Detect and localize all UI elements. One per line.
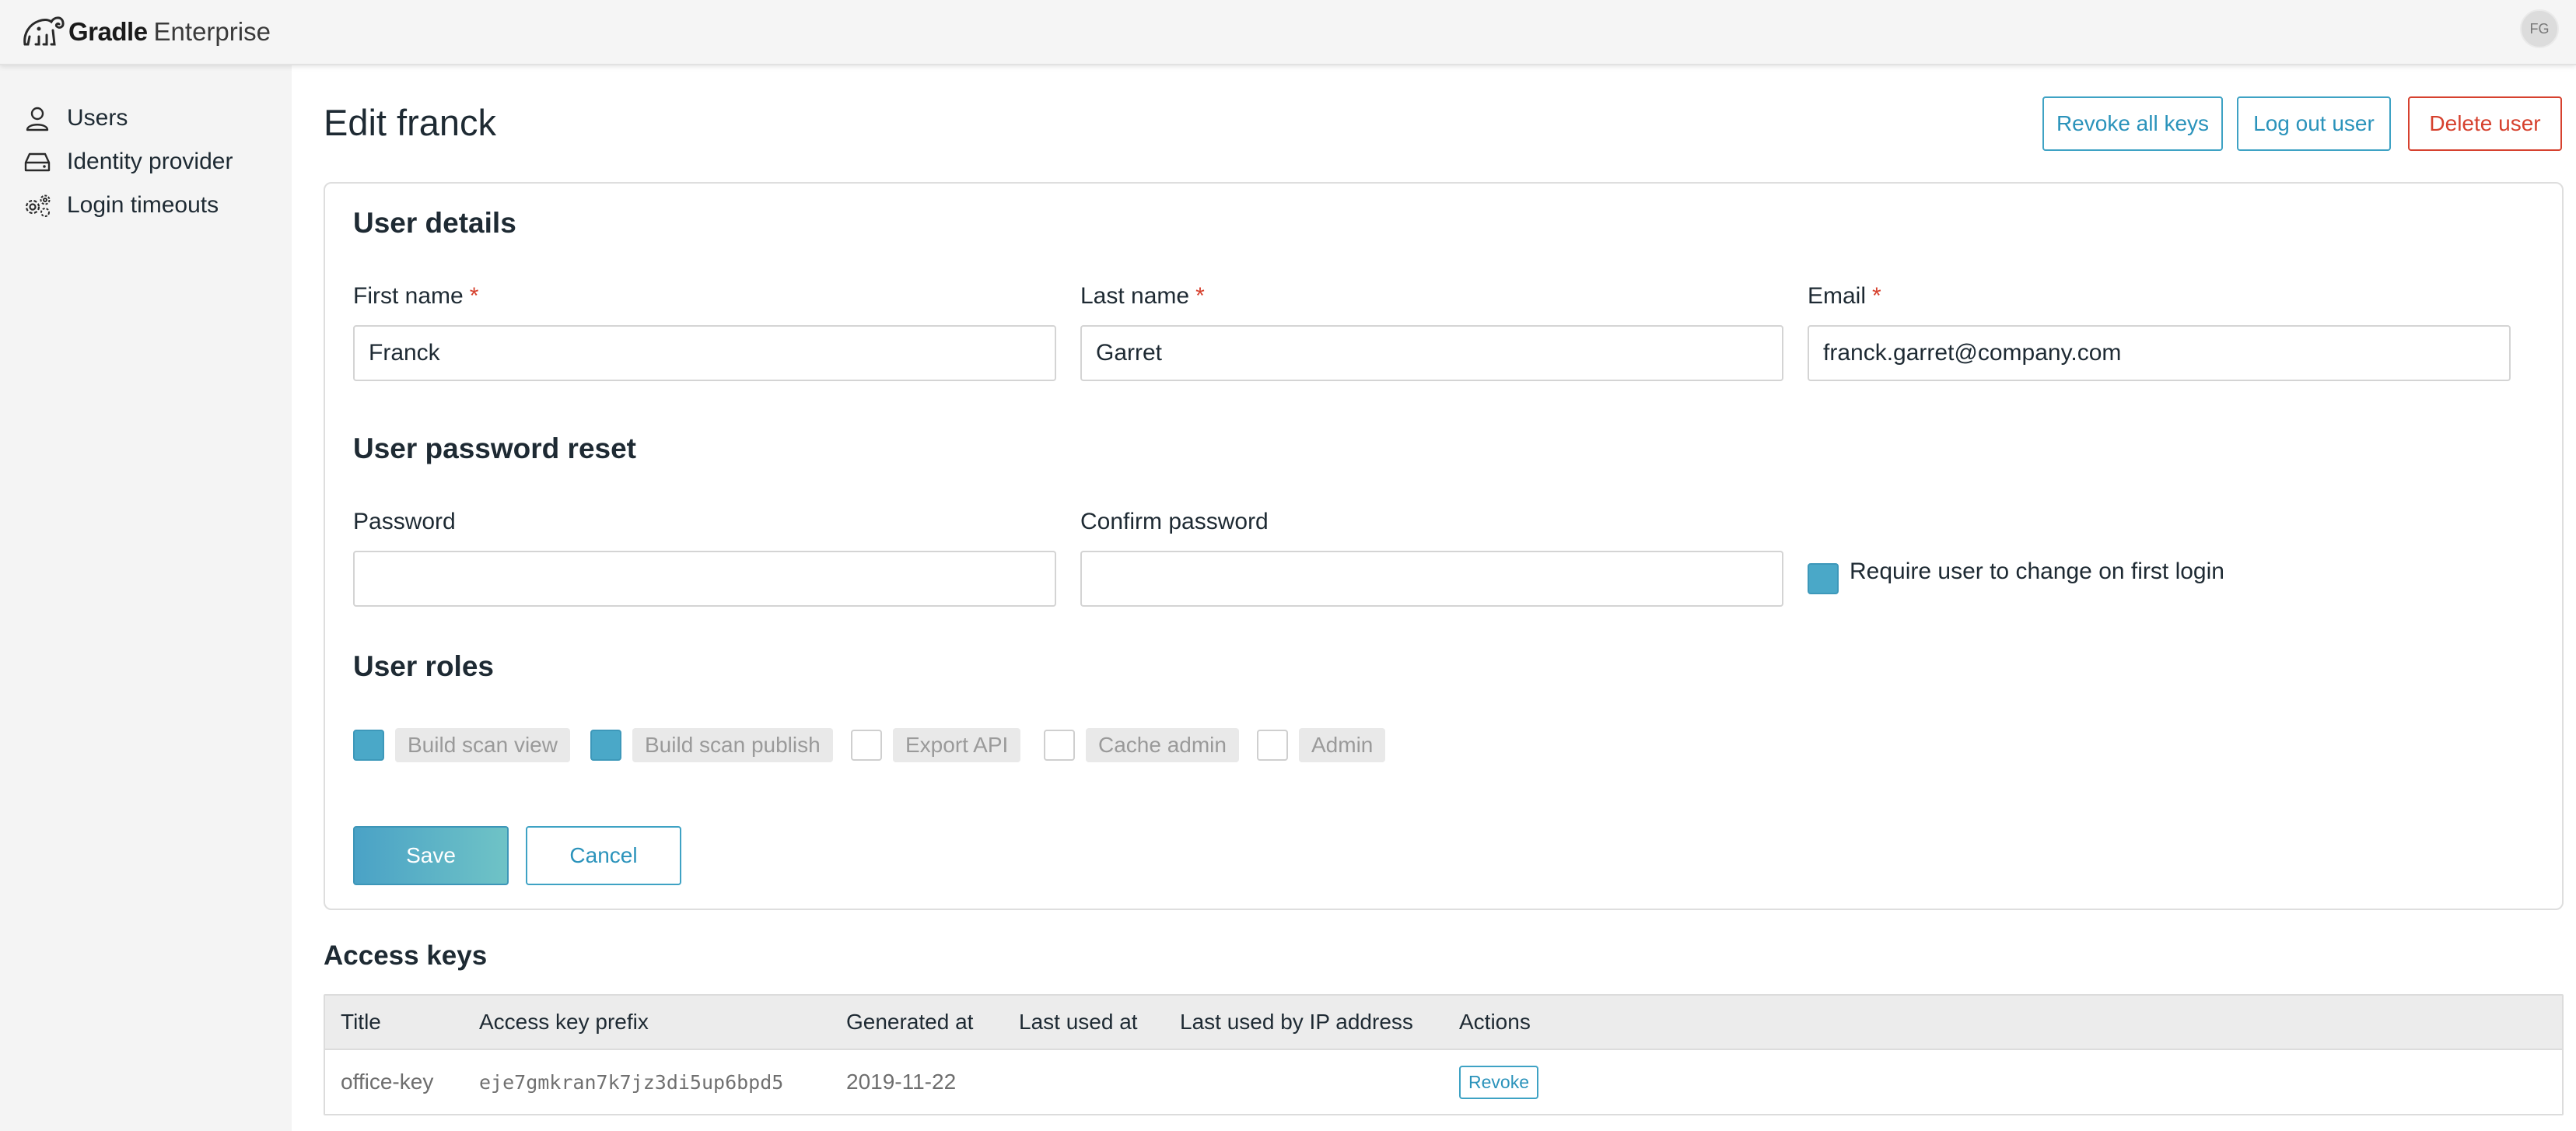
column-header-last-ip: Last used by IP address xyxy=(1180,1010,1413,1034)
section-title-user-details: User details xyxy=(353,207,516,239)
column-header-prefix: Access key prefix xyxy=(479,1010,649,1034)
confirm-password-input[interactable] xyxy=(1080,551,1783,607)
first-name-label-text: First name xyxy=(353,283,464,309)
first-name-input[interactable] xyxy=(353,325,1056,381)
sidebar-item-identity-provider[interactable]: Identity provider xyxy=(0,140,292,184)
revoke-key-button[interactable]: Revoke xyxy=(1459,1065,1538,1099)
column-header-actions: Actions xyxy=(1459,1010,1531,1034)
logo[interactable]: Gradle Enterprise xyxy=(20,10,271,54)
column-header-last-used-at: Last used at xyxy=(1019,1010,1138,1034)
section-title-access-keys: Access keys xyxy=(324,940,488,971)
top-bar: Gradle Enterprise FG xyxy=(0,0,2576,65)
brand-name: Gradle xyxy=(68,17,148,46)
access-keys-table: Title Access key prefix Generated at Las… xyxy=(324,994,2564,1115)
table-header: Title Access key prefix Generated at Las… xyxy=(325,996,2562,1050)
last-name-label: Last name * xyxy=(1080,283,1205,310)
section-title-user-roles: User roles xyxy=(353,650,494,682)
cell-actions: Revoke xyxy=(1459,1050,1538,1114)
last-name-label-text: Last name xyxy=(1080,283,1190,309)
sidebar-item-label: Identity provider xyxy=(67,149,233,174)
required-marker: * xyxy=(469,283,479,309)
cancel-button[interactable]: Cancel xyxy=(526,826,681,885)
role-checkbox-build-scan-view[interactable] xyxy=(353,730,384,761)
require-change-label: Require user to change on first login xyxy=(1850,558,2224,584)
email-label: Email * xyxy=(1808,283,1881,310)
cell-generated-at: 2019-11-22 xyxy=(846,1070,957,1094)
revoke-all-keys-button[interactable]: Revoke all keys xyxy=(2042,96,2223,151)
brand-suffix: Enterprise xyxy=(153,17,271,46)
password-label: Password xyxy=(353,509,456,534)
role-label-build-scan-publish: Build scan publish xyxy=(632,728,833,762)
column-header-generated-at: Generated at xyxy=(846,1010,974,1034)
delete-user-button[interactable]: Delete user xyxy=(2408,96,2562,151)
save-button[interactable]: Save xyxy=(353,826,509,885)
role-checkbox-cache-admin[interactable] xyxy=(1044,730,1075,761)
role-label-build-scan-view: Build scan view xyxy=(395,728,570,762)
role-checkbox-export-api[interactable] xyxy=(851,730,882,761)
required-marker: * xyxy=(1195,283,1205,309)
sidebar: Users Identity provider Login timeouts xyxy=(0,65,292,1131)
password-input[interactable] xyxy=(353,551,1056,607)
cell-prefix: eje7gmkran7k7jz3di5up6bpd5 xyxy=(479,1070,784,1094)
email-input[interactable] xyxy=(1808,325,2511,381)
log-out-user-button[interactable]: Log out user xyxy=(2237,96,2391,151)
sidebar-item-login-timeouts[interactable]: Login timeouts xyxy=(0,184,292,227)
gradle-elephant-icon xyxy=(23,16,65,46)
last-name-input[interactable] xyxy=(1080,325,1783,381)
role-checkbox-build-scan-publish[interactable] xyxy=(590,730,621,761)
sidebar-item-users[interactable]: Users xyxy=(0,96,292,140)
column-header-title: Title xyxy=(341,1010,381,1034)
edit-user-form: User details First name* Last name* Emai… xyxy=(324,182,2564,910)
role-label-export-api: Export API xyxy=(893,728,1021,762)
avatar[interactable]: FG xyxy=(2520,9,2559,48)
require-change-checkbox[interactable] xyxy=(1808,563,1839,594)
sidebar-item-label: Login timeouts xyxy=(67,192,219,218)
cell-title: office-key xyxy=(341,1070,434,1094)
section-title-password-reset: User password reset xyxy=(353,432,637,464)
email-label-text: Email xyxy=(1808,283,1867,309)
role-checkbox-admin[interactable] xyxy=(1257,730,1288,761)
identity-provider-icon xyxy=(22,146,53,177)
table-row: office-key eje7gmkran7k7jz3di5up6bpd5 20… xyxy=(325,1050,2562,1114)
required-marker: * xyxy=(1872,283,1881,309)
sidebar-item-label: Users xyxy=(67,105,128,131)
role-label-admin: Admin xyxy=(1299,728,1386,762)
first-name-label: First name * xyxy=(353,283,478,310)
confirm-password-label: Confirm password xyxy=(1080,509,1269,534)
user-icon xyxy=(22,103,53,134)
page-title: Edit franck xyxy=(324,102,497,143)
gears-icon xyxy=(22,190,53,221)
role-label-cache-admin: Cache admin xyxy=(1086,728,1239,762)
